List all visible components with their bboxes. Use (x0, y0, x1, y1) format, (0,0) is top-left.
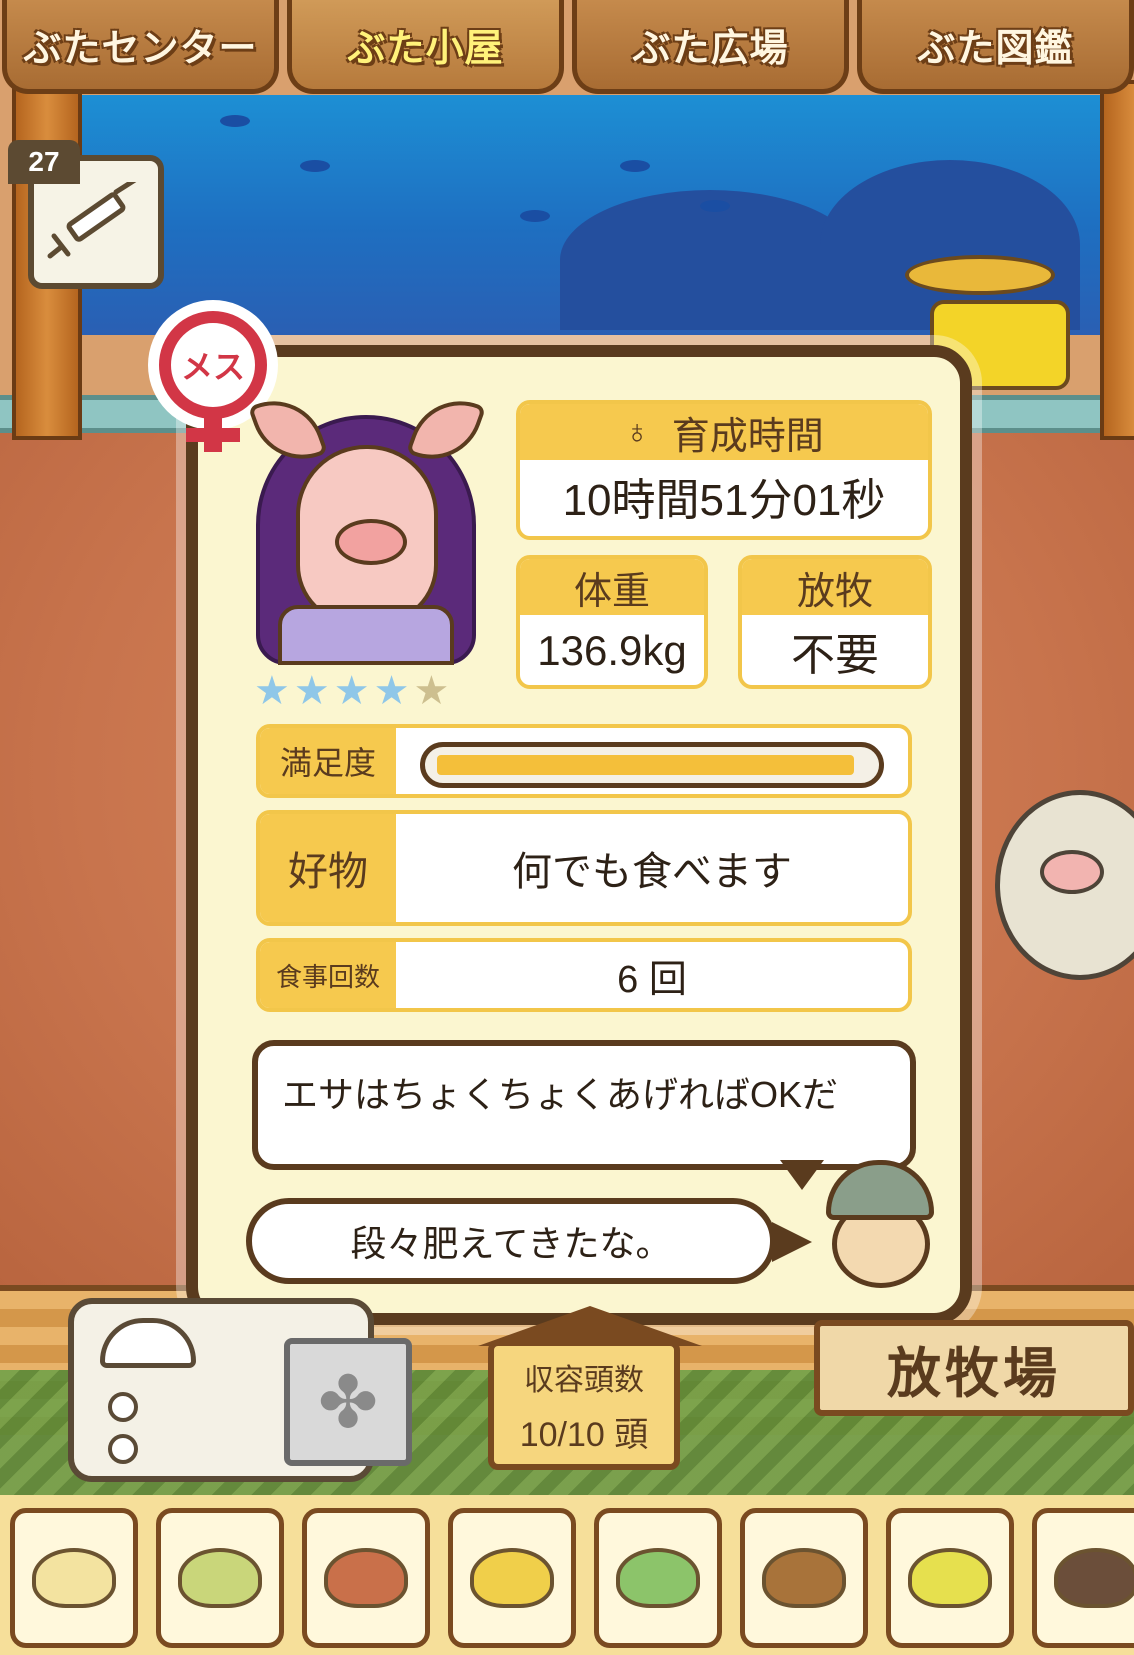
corn-icon (470, 1548, 554, 1608)
vegetables-icon (616, 1548, 700, 1608)
raise-time-label: 育成時間 (671, 415, 824, 458)
sombrero-icon (905, 255, 1055, 295)
pasture-sign-button[interactable]: 放牧場 (814, 1320, 1134, 1416)
weight-value: 136.9kg (537, 627, 687, 674)
beans-icon (32, 1548, 116, 1608)
syringe-count: 27 (8, 140, 80, 184)
satisfaction-fill (437, 755, 854, 775)
feed-slot[interactable] (886, 1508, 1014, 1648)
scale-machine[interactable]: ✤ (68, 1298, 412, 1482)
raise-time-value: 10時間51分01秒 (562, 476, 886, 525)
tab-buta-center[interactable]: ぶたセンター (2, 0, 279, 94)
farmer-avatar (820, 1160, 940, 1290)
meal-count-row: 食事回数 6 回 (256, 938, 912, 1012)
meals-value: 6 回 (617, 958, 687, 1001)
star-empty-icon: ★ (413, 668, 454, 714)
gauge-icon (100, 1318, 196, 1368)
star-icon: ★ (333, 668, 374, 714)
fan-icon[interactable]: ✤ (284, 1338, 412, 1466)
weight-box: 体重 136.9kg (516, 555, 708, 689)
feed-slot[interactable] (448, 1508, 576, 1648)
feed-slot[interactable] (302, 1508, 430, 1648)
raise-time-box: ♁ 育成時間 10時間51分01秒 (516, 400, 932, 540)
fish (300, 160, 330, 172)
favorite-food-row: 好物 何でも食べます (256, 810, 912, 926)
speech-tail (772, 1222, 812, 1262)
feed-slot[interactable] (1032, 1508, 1134, 1648)
star-icon: ★ (254, 668, 294, 714)
rice-bowl-icon (908, 1548, 992, 1608)
kimono (278, 605, 454, 665)
feed-slot[interactable] (10, 1508, 138, 1648)
sweet-potato-icon (324, 1548, 408, 1608)
fish (520, 210, 550, 222)
capacity-label: 収容頭数 (524, 1363, 644, 1397)
mixed-beans-icon (178, 1548, 262, 1608)
feed-selector (10, 1508, 1134, 1648)
feed-slot[interactable] (740, 1508, 868, 1648)
wooden-pillar (1100, 80, 1134, 440)
rating-stars: ★★★★★ (254, 668, 453, 714)
graze-label: 放牧 (742, 559, 928, 615)
pig-face (296, 445, 438, 625)
dial-icon (108, 1392, 138, 1422)
feed-slot[interactable] (156, 1508, 284, 1648)
graze-box: 放牧 不要 (738, 555, 932, 689)
favorite-label: 好物 (260, 814, 396, 922)
fish (220, 115, 250, 127)
tab-buta-koya[interactable]: ぶた小屋 (287, 0, 564, 94)
fish (700, 200, 730, 212)
tab-buta-hiroba[interactable]: ぶた広場 (572, 0, 849, 94)
top-tab-bar: ぶたセンター ぶた小屋 ぶた広場 ぶた図鑑 (0, 0, 1134, 98)
acorn-icon (762, 1548, 846, 1608)
pig-snout-icon (335, 519, 407, 565)
meals-label: 食事回数 (260, 942, 396, 1008)
favorite-value: 何でも食べます (512, 850, 792, 894)
hint-speech-bubble: エサはちょくちょくあげればOKだ (252, 1040, 916, 1170)
speech-tail (780, 1160, 824, 1190)
syringe-icon (47, 182, 137, 259)
dial-icon (108, 1434, 138, 1464)
pig-snout-icon (1040, 850, 1104, 894)
feed-slot[interactable] (594, 1508, 722, 1648)
capacity-value: 10/10 頭 (519, 1415, 649, 1454)
comment-speech-bubble: 段々肥えてきたな。 (246, 1198, 776, 1284)
tab-buta-zukan[interactable]: ぶた図鑑 (857, 0, 1134, 94)
graze-value: 不要 (791, 631, 879, 680)
meatball-icon (1054, 1548, 1134, 1608)
star-icon: ★ (293, 668, 334, 714)
capacity-sign: 収容頭数 10/10 頭 (478, 1306, 702, 1470)
weight-label: 体重 (520, 559, 704, 615)
satisfaction-label: 満足度 (260, 728, 396, 794)
star-icon: ★ (373, 668, 414, 714)
cap-icon (826, 1160, 934, 1220)
satisfaction-bar (420, 742, 884, 788)
lasso-icon: ♁ (624, 412, 650, 451)
pig-portrait (247, 386, 487, 665)
fish (620, 160, 650, 172)
